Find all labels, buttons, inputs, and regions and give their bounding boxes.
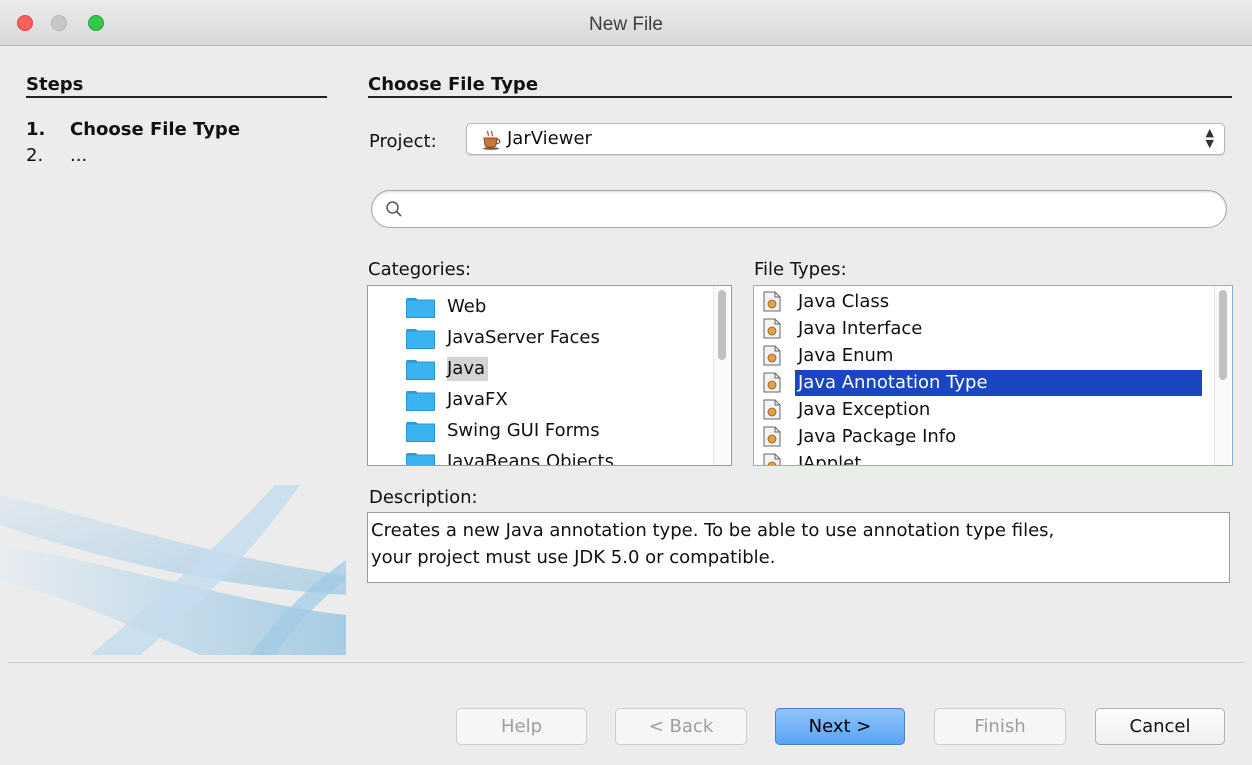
step-number: 2. [26, 145, 44, 166]
scrollbar-thumb[interactable] [718, 290, 726, 360]
folder-icon [406, 298, 435, 318]
back-button[interactable]: < Back [615, 708, 747, 745]
category-label: JavaFX [447, 389, 508, 410]
file-type-label: Java Package Info [798, 426, 957, 447]
finish-button[interactable]: Finish [934, 708, 1066, 745]
file-type-item[interactable]: Java Class [754, 289, 1232, 316]
file-type-label: Java Class [798, 291, 890, 312]
step-label: Choose File Type [70, 119, 241, 140]
file-type-item[interactable]: Java Enum [754, 343, 1232, 370]
select-arrows-icon: ▲ ▼ [1205, 126, 1214, 150]
java-file-icon [763, 345, 781, 366]
file-type-label: JApplet [798, 453, 862, 466]
description-box: Creates a new Java annotation type. To b… [367, 512, 1230, 583]
help-button[interactable]: Help [456, 708, 587, 745]
category-item[interactable]: JavaFX [368, 382, 731, 413]
description-line: your project must use JDK 5.0 or compati… [371, 547, 776, 568]
window-title: New File [589, 14, 663, 35]
folder-icon [406, 453, 435, 465]
wizard-swoosh-graphic [0, 485, 346, 655]
search-field[interactable] [371, 190, 1227, 228]
next-button[interactable]: Next > [775, 708, 905, 745]
heading-divider [368, 96, 1232, 98]
folder-icon [406, 422, 435, 442]
search-input[interactable] [412, 197, 1212, 221]
file-types-scrollbar[interactable] [1214, 286, 1230, 465]
footer-divider [8, 662, 1244, 663]
java-cup-icon [483, 130, 501, 150]
description-line: Creates a new Java annotation type. To b… [371, 520, 1055, 541]
file-type-item[interactable]: Java Exception [754, 397, 1232, 424]
cancel-button[interactable]: Cancel [1095, 708, 1225, 745]
title-bar: New File [0, 0, 1252, 46]
search-icon [386, 201, 402, 217]
categories-list[interactable]: Web JavaServer Faces Java JavaFX Swing GUI F… [367, 285, 732, 466]
description-label: Description: [369, 487, 478, 508]
category-label: Swing GUI Forms [447, 420, 600, 441]
file-type-label: Java Enum [798, 345, 894, 366]
category-label: JavaBeans Objects [447, 451, 614, 466]
folder-icon [406, 391, 435, 411]
file-type-label: Java Exception [798, 399, 931, 420]
file-type-item[interactable]: JApplet [754, 451, 1232, 466]
java-file-icon [763, 399, 781, 420]
file-types-list[interactable]: Java Class Java Interface Java Enum Java An… [753, 285, 1233, 466]
java-file-icon [763, 426, 781, 447]
steps-panel: Steps 1. Choose File Type 2.... [0, 47, 346, 655]
file-type-label: Java Annotation Type [795, 370, 1202, 396]
category-label: JavaServer Faces [447, 327, 600, 348]
java-file-icon [763, 372, 781, 393]
scrollbar-thumb[interactable] [1219, 290, 1227, 380]
file-type-item[interactable]: Java Package Info [754, 424, 1232, 451]
file-type-label: Java Interface [798, 318, 923, 339]
category-item[interactable]: Swing GUI Forms [368, 413, 731, 444]
steps-divider [26, 96, 327, 98]
java-file-icon [763, 318, 781, 339]
project-select[interactable]: JarViewer ▲ ▼ [466, 123, 1225, 155]
category-item[interactable]: Web [368, 289, 731, 320]
project-select-value: JarViewer [507, 128, 592, 149]
categories-label: Categories: [368, 259, 472, 280]
file-type-item[interactable]: Java Interface [754, 316, 1232, 343]
category-item[interactable]: JavaBeans Objects [368, 444, 731, 466]
step-2: 2.... [26, 145, 87, 166]
categories-scrollbar[interactable] [713, 286, 729, 465]
category-label: Web [447, 296, 487, 317]
step-number: 1. [26, 119, 46, 140]
java-file-icon [763, 453, 781, 465]
page-title: Choose File Type [368, 74, 539, 95]
steps-heading: Steps [26, 74, 84, 95]
folder-icon [406, 360, 435, 380]
category-item[interactable]: JavaServer Faces [368, 320, 731, 351]
step-1: 1. Choose File Type [26, 119, 240, 140]
file-types-label: File Types: [754, 259, 847, 280]
file-type-item[interactable]: Java Annotation Type [754, 370, 1232, 397]
project-label: Project: [369, 131, 437, 152]
category-item[interactable]: Java [368, 351, 731, 382]
java-file-icon [763, 291, 781, 312]
category-label: Java [447, 357, 489, 381]
step-label: ... [70, 145, 88, 166]
folder-icon [406, 329, 435, 349]
